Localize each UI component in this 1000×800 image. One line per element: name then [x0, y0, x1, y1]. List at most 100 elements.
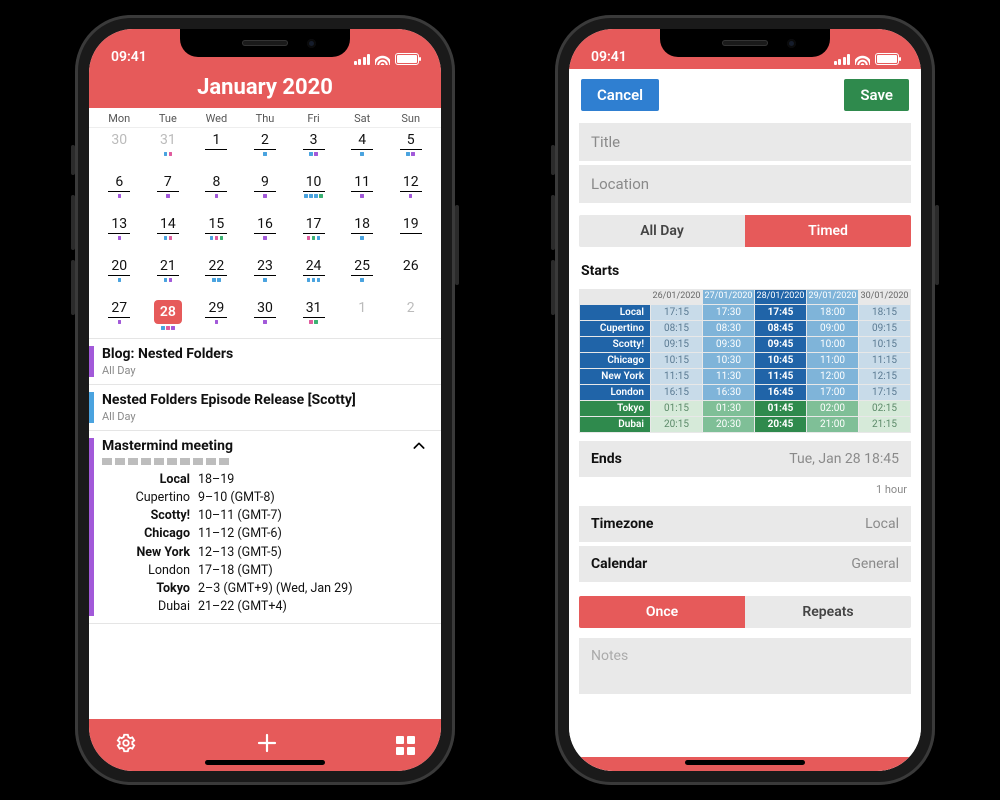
day-cell[interactable]: 2	[241, 128, 290, 170]
save-button[interactable]: Save	[844, 79, 909, 111]
tz-time-cell[interactable]: 17:15	[859, 385, 910, 400]
tz-time-cell[interactable]: 12:15	[859, 369, 910, 384]
tz-time-cell[interactable]: 11:00	[807, 353, 858, 368]
day-cell[interactable]: 19	[386, 212, 435, 254]
tz-time-cell[interactable]: 08:45	[755, 321, 806, 336]
tz-date-header[interactable]: 26/01/2020	[651, 290, 702, 304]
tz-time-cell[interactable]: 17:00	[807, 385, 858, 400]
tz-time-cell[interactable]: 11:45	[755, 369, 806, 384]
tz-time-cell[interactable]: 09:15	[859, 321, 910, 336]
tz-date-header[interactable]: 30/01/2020	[859, 290, 910, 304]
day-cell[interactable]: 31	[144, 128, 193, 170]
day-cell[interactable]: 23	[241, 254, 290, 296]
day-cell[interactable]: 30	[95, 128, 144, 170]
tz-time-cell[interactable]: 12:00	[807, 369, 858, 384]
tz-time-cell[interactable]: 11:15	[859, 353, 910, 368]
tz-time-cell[interactable]: 17:45	[755, 305, 806, 320]
tz-time-cell[interactable]: 20:45	[755, 417, 806, 432]
tz-time-cell[interactable]: 08:30	[703, 321, 754, 336]
segment-repeats[interactable]: Repeats	[745, 596, 911, 628]
tz-time-cell[interactable]: 21:00	[807, 417, 858, 432]
day-cell[interactable]: 22	[192, 254, 241, 296]
title-field[interactable]: Title	[579, 123, 911, 161]
day-cell[interactable]: 7	[144, 170, 193, 212]
chevron-up-icon[interactable]	[407, 438, 431, 458]
day-cell[interactable]: 29	[192, 296, 241, 338]
day-cell[interactable]: 4	[338, 128, 387, 170]
day-cell[interactable]: 16	[241, 212, 290, 254]
day-cell[interactable]: 5	[386, 128, 435, 170]
location-field[interactable]: Location	[579, 165, 911, 203]
day-cell[interactable]: 31	[289, 296, 338, 338]
day-cell[interactable]: 1	[338, 296, 387, 338]
tz-time-cell[interactable]: 02:00	[807, 401, 858, 416]
day-cell[interactable]: 27	[95, 296, 144, 338]
tz-time-cell[interactable]: 21:15	[859, 417, 910, 432]
ends-row[interactable]: Ends Tue, Jan 28 18:45	[579, 441, 911, 477]
day-cell[interactable]: 24	[289, 254, 338, 296]
tz-time-cell[interactable]: 16:30	[703, 385, 754, 400]
day-cell[interactable]: 20	[95, 254, 144, 296]
tz-time-cell[interactable]: 09:15	[651, 337, 702, 352]
tz-time-cell[interactable]: 01:15	[651, 401, 702, 416]
settings-icon[interactable]	[115, 732, 137, 759]
tz-time-cell[interactable]: 16:15	[651, 385, 702, 400]
view-grid-icon[interactable]	[396, 736, 415, 755]
tz-time-cell[interactable]: 10:30	[703, 353, 754, 368]
tz-time-cell[interactable]: 01:30	[703, 401, 754, 416]
segment-allday[interactable]: All Day	[579, 215, 745, 247]
day-cell[interactable]: 13	[95, 212, 144, 254]
event-row[interactable]: Nested Folders Episode Release [Scotty]A…	[89, 385, 441, 431]
tz-time-cell[interactable]: 09:00	[807, 321, 858, 336]
tz-time-cell[interactable]: 20:15	[651, 417, 702, 432]
day-cell[interactable]: 3	[289, 128, 338, 170]
day-cell[interactable]: 26	[386, 254, 435, 296]
tz-time-cell[interactable]: 16:45	[755, 385, 806, 400]
day-cell[interactable]: 6	[95, 170, 144, 212]
notes-field[interactable]: Notes	[579, 638, 911, 694]
day-cell[interactable]: 2	[386, 296, 435, 338]
tz-time-cell[interactable]: 17:30	[703, 305, 754, 320]
tz-time-cell[interactable]: 18:00	[807, 305, 858, 320]
tz-time-cell[interactable]: 11:15	[651, 369, 702, 384]
day-cell[interactable]: 12	[386, 170, 435, 212]
day-cell[interactable]: 1	[192, 128, 241, 170]
day-cell[interactable]: 28	[144, 296, 193, 338]
event-row[interactable]: Blog: Nested FoldersAll Day	[89, 339, 441, 385]
day-cell[interactable]: 15	[192, 212, 241, 254]
tz-time-cell[interactable]: 17:15	[651, 305, 702, 320]
month-title[interactable]: January 2020	[89, 69, 441, 108]
day-cell[interactable]: 30	[241, 296, 290, 338]
tz-date-header[interactable]: 28/01/2020	[755, 290, 806, 304]
day-cell[interactable]: 17	[289, 212, 338, 254]
tz-time-cell[interactable]: 01:45	[755, 401, 806, 416]
timezone-picker[interactable]: 26/01/202027/01/202028/01/202029/01/2020…	[579, 289, 911, 433]
tz-time-cell[interactable]: 09:30	[703, 337, 754, 352]
segment-once[interactable]: Once	[579, 596, 745, 628]
tz-time-cell[interactable]: 11:30	[703, 369, 754, 384]
tz-time-cell[interactable]: 18:15	[859, 305, 910, 320]
tz-time-cell[interactable]: 10:15	[651, 353, 702, 368]
day-cell[interactable]: 25	[338, 254, 387, 296]
calendar-row[interactable]: Calendar General	[579, 546, 911, 582]
day-cell[interactable]: 9	[241, 170, 290, 212]
tz-time-cell[interactable]: 10:45	[755, 353, 806, 368]
tz-time-cell[interactable]: 02:15	[859, 401, 910, 416]
cancel-button[interactable]: Cancel	[581, 79, 659, 111]
tz-date-header[interactable]: 27/01/2020	[703, 290, 754, 304]
calendar-grid[interactable]: 3031123456789101112131415161718192021222…	[89, 128, 441, 338]
timezone-row[interactable]: Timezone Local	[579, 506, 911, 542]
event-row-expanded[interactable]: Mastermind meetingLocal18–19Cupertino9–1…	[89, 431, 441, 624]
once-repeats-segment[interactable]: Once Repeats	[579, 596, 911, 628]
tz-time-cell[interactable]: 20:30	[703, 417, 754, 432]
day-cell[interactable]: 11	[338, 170, 387, 212]
tz-date-header[interactable]: 29/01/2020	[807, 290, 858, 304]
day-cell[interactable]: 8	[192, 170, 241, 212]
day-cell[interactable]: 21	[144, 254, 193, 296]
tz-time-cell[interactable]: 08:15	[651, 321, 702, 336]
day-cell[interactable]: 14	[144, 212, 193, 254]
segment-timed[interactable]: Timed	[745, 215, 911, 247]
tz-time-cell[interactable]: 10:00	[807, 337, 858, 352]
tz-time-cell[interactable]: 09:45	[755, 337, 806, 352]
day-cell[interactable]: 18	[338, 212, 387, 254]
